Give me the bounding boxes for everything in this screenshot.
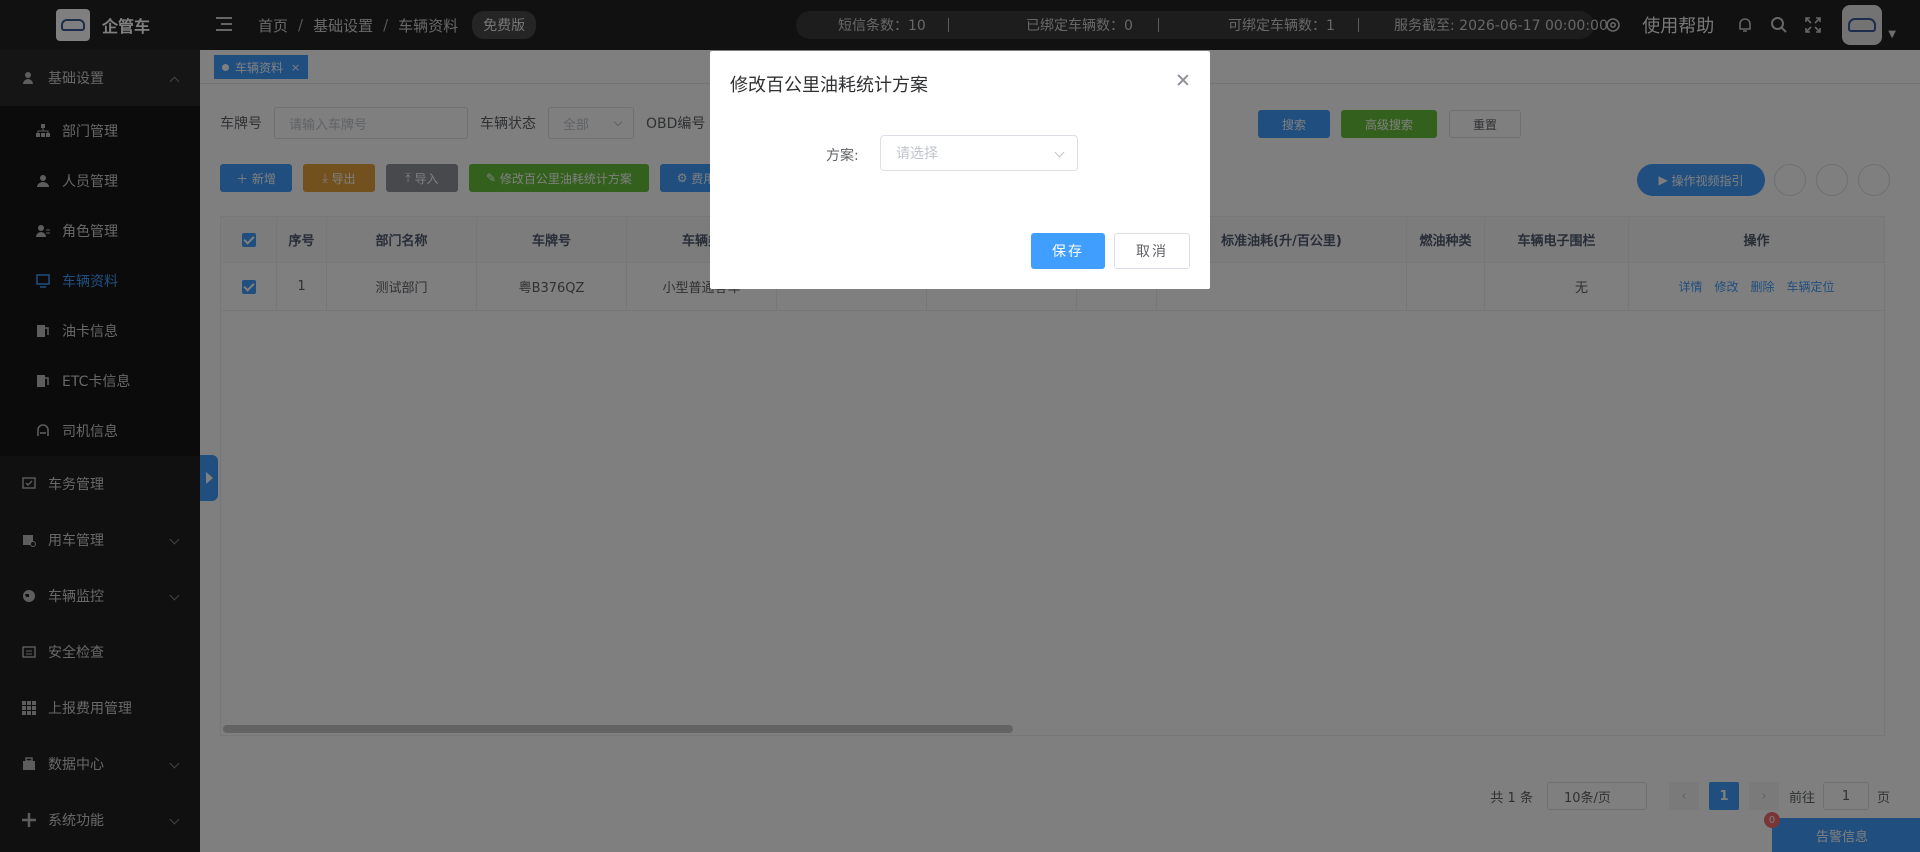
chevron-down-icon bbox=[1054, 147, 1065, 158]
save-button[interactable]: 保存 bbox=[1031, 233, 1105, 269]
cancel-button[interactable]: 取消 bbox=[1114, 233, 1190, 269]
fuel-plan-dialog: 修改百公里油耗统计方案 方案: 请选择 保存 取消 bbox=[710, 51, 1210, 289]
plan-field-label: 方案: bbox=[826, 148, 859, 164]
plan-select[interactable]: 请选择 bbox=[880, 135, 1078, 171]
dialog-title: 修改百公里油耗统计方案 bbox=[730, 75, 928, 96]
close-icon[interactable] bbox=[1176, 73, 1190, 87]
